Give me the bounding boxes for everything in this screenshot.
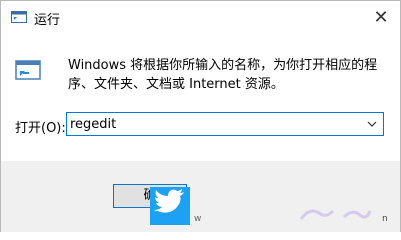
run-dialog: 运行 ✕ Windows 将根据你所输入的名称，为你打开相应的程序、文件夹、文档… [0,0,401,232]
watermark-small-text: n [382,214,388,224]
bird-logo-icon [150,187,190,225]
window-title: 运行 [34,13,61,28]
run-app-icon [11,11,27,23]
command-combobox[interactable] [66,112,384,136]
close-icon: ✕ [373,6,389,28]
command-input[interactable] [70,114,350,134]
open-label: 打开(O): [15,121,66,136]
watermark-glyph [342,210,372,219]
run-app-icon [15,60,41,80]
title-bar: 运行 ✕ [1,1,400,35]
watermark-glyph [299,209,335,220]
chevron-down-icon[interactable] [363,115,381,133]
watermark-letter: w [194,214,202,224]
close-button[interactable]: ✕ [368,5,394,29]
dialog-description: Windows 将根据你所输入的名称，为你打开相应的程序、文件夹、文档或 Int… [68,58,378,92]
